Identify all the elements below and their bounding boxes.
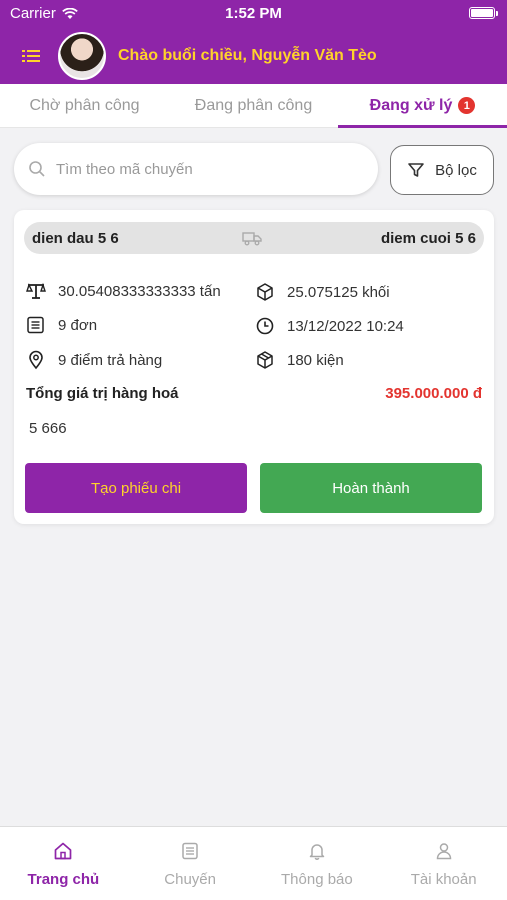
user-icon: [436, 843, 451, 860]
route-destination: diem cuoi 5 6: [380, 229, 476, 247]
document-list-icon: [27, 316, 44, 334]
trip-card[interactable]: dien dau 5 6 diem cuoi 5 6 30.0540833333…: [14, 210, 494, 524]
package-icon: [257, 351, 273, 369]
scale-icon: [26, 282, 46, 299]
bell-icon: [309, 844, 325, 860]
search-input[interactable]: [56, 160, 346, 178]
location-pin-icon: [29, 350, 43, 370]
route-origin: dien dau 5 6: [32, 229, 119, 247]
create-voucher-button[interactable]: Tạo phiếu chi: [25, 463, 247, 513]
tab-bar: Chờ phân công Đang phân công Đang xử lý …: [0, 84, 507, 128]
nav-trips[interactable]: Chuyến: [127, 827, 254, 900]
header-row: Chào buổi chiều, Nguyễn Văn Tèo: [0, 30, 507, 82]
battery-icon: [469, 7, 498, 19]
filter-button[interactable]: Bộ lọc: [390, 145, 494, 195]
cube-icon: [257, 283, 273, 301]
bottom-navigation: Trang chủ Chuyến Thông báo Tài khoản: [0, 826, 507, 900]
greeting-text: Chào buổi chiều, Nguyễn Văn Tèo: [118, 47, 377, 64]
nav-notifications[interactable]: Thông báo: [254, 827, 381, 900]
route-bar: dien dau 5 6 diem cuoi 5 6: [24, 222, 484, 254]
filter-icon: [408, 163, 424, 177]
status-bar: Carrier 1:52 PM: [0, 0, 507, 28]
nav-home[interactable]: Trang chủ: [0, 827, 127, 900]
total-value-amount: 395.000.000 đ: [385, 385, 482, 402]
volume-info: 25.075125 khối: [255, 282, 390, 302]
nav-account[interactable]: Tài khoản: [380, 827, 507, 900]
packages-info: 180 kiện: [255, 350, 344, 370]
tab-assigning[interactable]: Đang phân công: [169, 84, 338, 127]
total-value-label: Tổng giá trị hàng hoá: [26, 385, 179, 402]
trip-note: 5 666: [29, 420, 67, 437]
avatar[interactable]: [58, 32, 106, 80]
top-bar: Carrier 1:52 PM Chào buổi chiều, Nguyễn …: [0, 0, 507, 84]
weight-info: 30.05408333333333 tấn: [26, 282, 221, 300]
clock-icon: [256, 317, 274, 335]
search-icon: [29, 161, 45, 177]
tab-waiting-assignment[interactable]: Chờ phân công: [0, 84, 169, 127]
orders-info: 9 đơn: [26, 316, 97, 334]
datetime-info: 13/12/2022 10:24: [255, 316, 404, 336]
drop-points-info: 9 điểm trả hàng: [26, 350, 162, 370]
count-badge: 1: [458, 97, 476, 114]
search-box: [14, 143, 378, 195]
list-icon: [182, 842, 198, 860]
menu-icon[interactable]: [22, 47, 40, 65]
truck-icon: [242, 232, 262, 246]
status-time: 1:52 PM: [225, 5, 282, 22]
tab-processing[interactable]: Đang xử lý 1: [338, 84, 507, 128]
complete-button[interactable]: Hoàn thành: [260, 463, 482, 513]
filter-label: Bộ lọc: [435, 161, 477, 179]
home-icon: [55, 842, 72, 860]
